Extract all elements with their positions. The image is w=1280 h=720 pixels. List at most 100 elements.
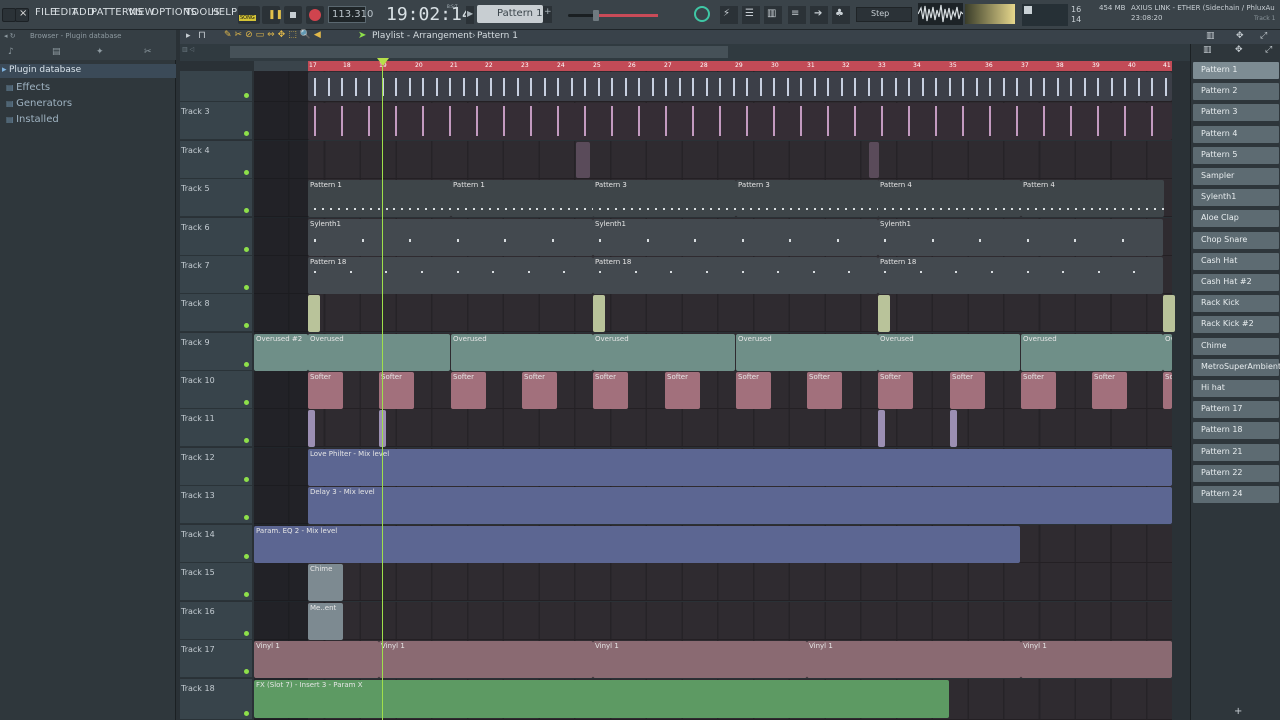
pattern-item[interactable]: Rack Kick — [1193, 295, 1279, 313]
slider-handle[interactable] — [593, 10, 599, 21]
pattern-item[interactable]: Hi hat — [1193, 380, 1279, 397]
clip-sylenth[interactable]: Sylenth1 — [878, 219, 1163, 256]
clip-softer[interactable]: Softer — [950, 372, 985, 409]
track-header[interactable]: Track 16 — [180, 602, 252, 640]
timeline-ruler[interactable]: 1617181920212223242526272829303132333435… — [254, 61, 1172, 71]
clip-fx-automation[interactable]: FX (Slot 7) - Insert 3 - Param X — [254, 680, 949, 718]
track-lane[interactable] — [254, 141, 1172, 179]
track-header[interactable]: Track 2 — [180, 71, 252, 102]
pattern-item[interactable]: Pattern 2 — [1193, 83, 1279, 101]
pattern-item[interactable]: Pattern 1 — [1193, 62, 1279, 79]
playlist-options-icon[interactable]: ▸ — [186, 31, 191, 41]
clip-pattern-track4[interactable] — [869, 142, 879, 178]
clip-softer[interactable]: Softer — [1021, 372, 1056, 409]
record-button[interactable] — [306, 6, 324, 24]
pattern-item[interactable]: Pattern 18 — [1193, 422, 1279, 440]
pattern-add-button[interactable]: + — [543, 6, 552, 23]
track-enable-led[interactable] — [244, 93, 249, 98]
clip-track8[interactable] — [878, 295, 890, 332]
track-enable-led[interactable] — [244, 592, 249, 597]
track-enable-led[interactable] — [244, 323, 249, 328]
track-enable-led[interactable] — [244, 631, 249, 636]
clip-pattern5[interactable]: Pattern 1 — [308, 180, 451, 217]
clip-track11[interactable] — [878, 410, 885, 447]
clip-pattern-track3[interactable] — [308, 103, 1172, 140]
clip-overused[interactable]: Overused — [1021, 334, 1163, 371]
track-enable-led[interactable] — [244, 131, 249, 136]
pattern-item[interactable]: MetroSuperAmbient — [1193, 358, 1280, 376]
clip-track11[interactable] — [308, 410, 315, 447]
track-header[interactable]: Track 17 — [180, 640, 252, 678]
pattern-item[interactable]: Pattern 3 — [1193, 104, 1279, 122]
plugin-picker-button[interactable]: ♣ — [832, 6, 850, 24]
metronome-button[interactable] — [692, 6, 712, 24]
track-enable-led[interactable] — [244, 554, 249, 559]
snap-tool-button[interactable]: ⚡ — [720, 6, 738, 24]
browser-arrows-icon[interactable]: ◂ ↻ — [4, 32, 16, 40]
pattern-prev-button[interactable]: ▶ — [466, 6, 474, 24]
tempo-display[interactable]: 113.310 — [328, 6, 373, 23]
clip-softer[interactable]: Softer — [807, 372, 842, 409]
clip-softer[interactable]: Softer — [593, 372, 628, 409]
song-mode-toggle[interactable]: SONG — [238, 6, 260, 24]
track-enable-led[interactable] — [244, 711, 249, 716]
track-enable-led[interactable] — [244, 438, 249, 443]
window-menu-button[interactable] — [2, 8, 16, 22]
track-header[interactable]: Track 8 — [180, 294, 252, 332]
next-button[interactable]: ➔ — [810, 6, 828, 24]
clip-overused[interactable]: Overused #2 — [254, 334, 308, 371]
track-header[interactable]: Track 5 — [180, 179, 252, 217]
clip-overused[interactable]: Overused — [593, 334, 735, 371]
clip-automation-eq[interactable]: Param. EQ 2 - Mix level — [254, 526, 1020, 563]
pattern-item[interactable]: Cash Hat #2 — [1193, 274, 1279, 291]
clip-pattern5[interactable]: Pattern 4 — [878, 180, 1021, 217]
mixer-button[interactable]: ≡ — [788, 6, 806, 24]
clip-sylenth[interactable]: Sylenth1 — [593, 219, 878, 256]
clip-overused[interactable]: Overused — [451, 334, 593, 371]
scroll-window[interactable] — [230, 46, 728, 58]
pattern-item[interactable]: Pattern 21 — [1193, 443, 1279, 461]
clip-track8[interactable] — [1163, 295, 1175, 332]
track-header[interactable]: Track 10 — [180, 371, 252, 409]
pattern-item[interactable]: Sylenth1 — [1193, 189, 1279, 207]
clip-vinyl[interactable]: Vinyl 1 — [254, 641, 379, 678]
record-settings-button[interactable]: ☰ — [742, 6, 760, 24]
track-header[interactable]: Track 4 — [180, 141, 252, 179]
pattern-list-icon[interactable]: ▥ — [1203, 45, 1212, 55]
pattern-item[interactable]: Cash Hat — [1193, 252, 1279, 270]
clip-pattern5[interactable]: Pattern 3 — [593, 180, 736, 217]
clip-pattern-track2[interactable] — [308, 72, 1172, 101]
browser-item-effects[interactable]: ▤ Effects — [6, 82, 50, 93]
master-pitch-slider[interactable] — [568, 10, 658, 21]
clip-metro-ambient[interactable]: Me..ent — [308, 603, 343, 640]
clip-vinyl[interactable]: Vinyl 1 — [593, 641, 807, 678]
pause-button[interactable]: ❚❚ — [262, 6, 283, 24]
browser-item-generators[interactable]: ▤ Generators — [6, 98, 72, 109]
piano-roll-button[interactable]: ▥ — [764, 6, 782, 24]
pattern-item[interactable]: Pattern 4 — [1193, 125, 1279, 143]
track-header[interactable]: Track 12 — [180, 448, 252, 486]
track-enable-led[interactable] — [244, 285, 249, 290]
track-header[interactable]: Track 18 — [180, 679, 252, 720]
pattern-item[interactable]: Pattern 22 — [1193, 464, 1279, 482]
clip-vinyl[interactable]: Vinyl 1 — [1021, 641, 1172, 678]
clip-softer[interactable]: Softer — [878, 372, 913, 409]
track-enable-led[interactable] — [244, 477, 249, 482]
track-enable-led[interactable] — [244, 400, 249, 405]
clip-pattern5[interactable]: Pattern 3 — [736, 180, 879, 217]
playhead-marker-icon[interactable] — [377, 58, 389, 66]
snap-selector[interactable]: Step — [856, 7, 912, 22]
track-lane[interactable] — [254, 294, 1172, 332]
track-header[interactable]: Track 11 — [180, 409, 252, 447]
pattern-item[interactable]: Pattern 24 — [1193, 486, 1279, 503]
clip-chime[interactable]: Chime — [308, 564, 343, 601]
clip-automation-love-philter[interactable]: Love Philter - Mix level — [308, 449, 1172, 486]
clip-softer[interactable]: Softer — [736, 372, 771, 409]
add-pattern-icon[interactable]: + — [1234, 706, 1242, 717]
clip-track11[interactable] — [950, 410, 957, 447]
close-button[interactable]: × — [15, 8, 29, 22]
clip-pattern-track4[interactable] — [576, 142, 590, 178]
browser-item-plugin-database[interactable]: ▸ Plugin database — [0, 64, 176, 78]
clip-pattern18[interactable]: Pattern 18 — [878, 257, 1163, 294]
track-header[interactable]: Track 7 — [180, 256, 252, 294]
